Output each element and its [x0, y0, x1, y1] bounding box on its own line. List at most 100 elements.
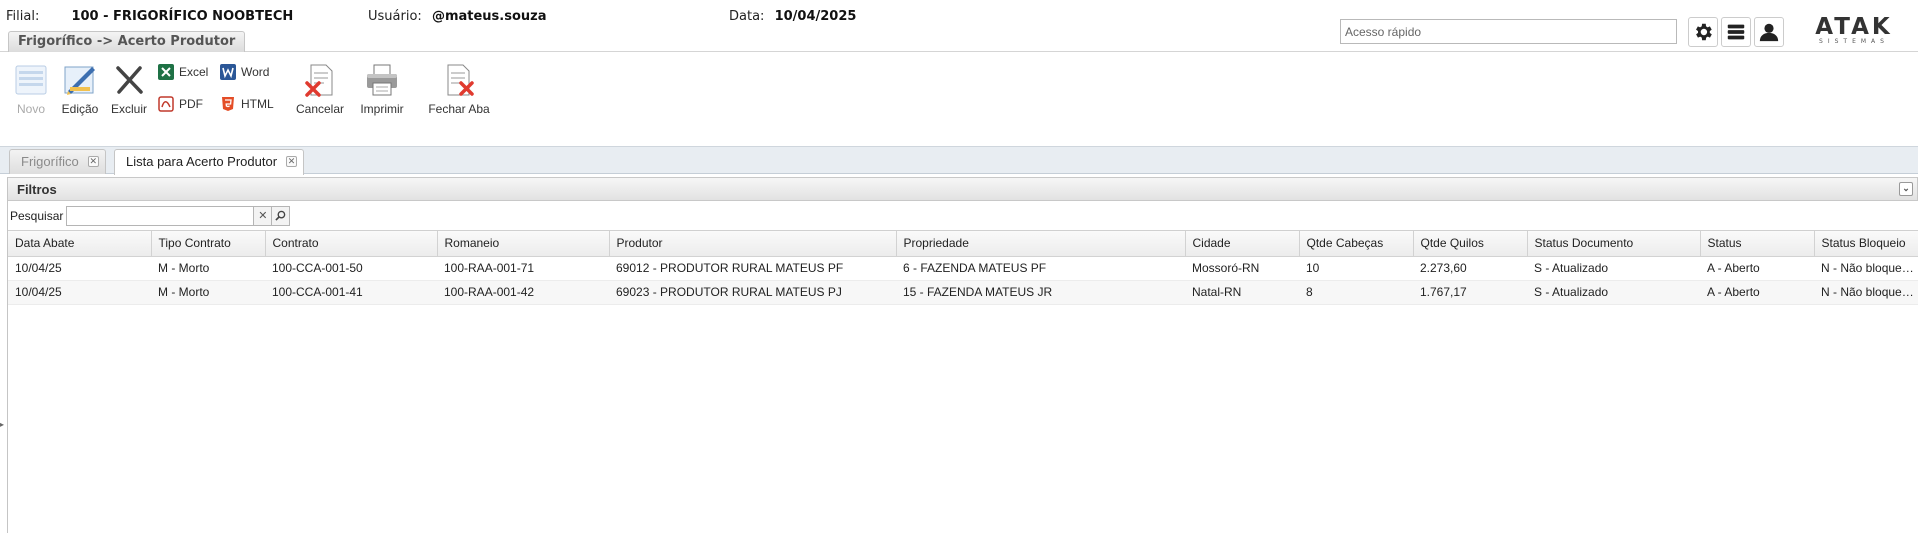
novo-label: Novo	[16, 102, 45, 116]
cell-status-documento: S - Atualizado	[1527, 256, 1700, 281]
gear-icon	[1696, 23, 1712, 41]
pdf-label: PDF	[179, 97, 203, 111]
col-status-documento[interactable]: Status Documento	[1527, 231, 1701, 257]
cell-status-documento: S - Atualizado	[1527, 280, 1700, 305]
close-icon[interactable]: ✕	[87, 156, 99, 167]
imprimir-button[interactable]: Imprimir	[357, 63, 407, 116]
table-row[interactable]: 10/04/25 M - Morto 100-CCA-001-41 100-RA…	[8, 280, 1918, 305]
close-icon[interactable]: ✕	[286, 156, 298, 167]
col-contrato[interactable]: Contrato	[265, 231, 438, 257]
excel-label: Excel	[179, 65, 209, 79]
col-status-bloqueio[interactable]: Status Bloqueio	[1814, 231, 1918, 257]
col-status[interactable]: Status	[1700, 231, 1815, 257]
table-row[interactable]: 10/04/25 M - Morto 100-CCA-001-50 100-RA…	[8, 256, 1918, 281]
breadcrumb[interactable]: Frigorífico -> Acerto Produtor	[8, 31, 246, 52]
filial-value: 100 - FRIGORÍFICO NOOBTECH	[71, 9, 294, 24]
excluir-button[interactable]: Excluir	[109, 63, 149, 116]
cell-status: A - Aberto	[1700, 256, 1814, 281]
collapse-icon[interactable]: ⌄	[1899, 182, 1913, 196]
filters-title: Filtros	[17, 181, 57, 197]
cell-contrato: 100-CCA-001-50	[265, 256, 437, 281]
search-row: Pesquisar ✕	[8, 201, 1918, 231]
col-data-abate[interactable]: Data Abate	[8, 231, 152, 257]
cell-cidade: Mossoró-RN	[1185, 256, 1299, 281]
col-cidade[interactable]: Cidade	[1185, 231, 1300, 257]
usuario-label: Usuário:	[368, 9, 422, 24]
edit-icon	[64, 66, 95, 95]
search-input[interactable]	[66, 205, 255, 226]
col-romaneio[interactable]: Romaneio	[437, 231, 610, 257]
menu-button[interactable]	[1721, 17, 1751, 47]
cancel-document-icon	[305, 64, 333, 97]
export-html-button[interactable]: HTML	[220, 96, 274, 112]
edicao-label: Edição	[61, 102, 99, 116]
tab-lista-acerto-produtor[interactable]: Lista para Acerto Produtor ✕	[114, 149, 305, 175]
user-button[interactable]	[1754, 17, 1784, 47]
cell-produtor: 69012 - PRODUTOR RURAL MATEUS PF	[609, 256, 896, 281]
cell-qtde-quilos: 1.767,17	[1413, 280, 1527, 305]
fechar-aba-label: Fechar Aba	[428, 102, 490, 116]
menu-icon	[1727, 24, 1745, 40]
cell-contrato: 100-CCA-001-41	[265, 280, 437, 305]
list-panel: Filtros ⌄ Pesquisar ✕ Data Abate Tipo Co…	[7, 177, 1918, 533]
pdf-icon	[158, 96, 174, 112]
col-produtor[interactable]: Produtor	[609, 231, 897, 257]
delete-icon	[116, 66, 143, 94]
edicao-button[interactable]: Edição	[60, 63, 100, 116]
cell-status-bloqueio: N - Não bloqueado	[1814, 256, 1918, 281]
usuario-info: Usuário: @mateus.souza	[368, 9, 546, 24]
data-value: 10/04/2025	[774, 9, 857, 24]
cell-tipo-contrato: M - Morto	[151, 280, 265, 305]
export-excel-button[interactable]: Excel	[158, 64, 208, 80]
cell-data-abate: 10/04/25	[8, 280, 151, 305]
cell-propriedade: 6 - FAZENDA MATEUS PF	[896, 256, 1185, 281]
col-qtde-quilos[interactable]: Qtde Quilos	[1413, 231, 1528, 257]
search-icon[interactable]	[272, 205, 291, 226]
tab-lista-label: Lista para Acerto Produtor	[126, 154, 278, 169]
col-propriedade[interactable]: Propriedade	[896, 231, 1186, 257]
html-label: HTML	[241, 97, 274, 111]
usuario-value: @mateus.souza	[431, 9, 547, 24]
filters-header[interactable]: Filtros ⌄	[8, 177, 1918, 201]
excluir-label: Excluir	[110, 102, 147, 116]
col-qtde-cabecas[interactable]: Qtde Cabeças	[1299, 231, 1414, 257]
logo-text: ATAK	[1815, 14, 1893, 40]
cell-propriedade: 15 - FAZENDA MATEUS JR	[896, 280, 1185, 305]
export-word-button[interactable]: Word	[220, 64, 269, 80]
close-tab-icon	[447, 64, 474, 96]
table-header-row: Data Abate Tipo Contrato Contrato Romane…	[8, 231, 1918, 257]
new-document-icon	[15, 65, 47, 95]
cell-tipo-contrato: M - Morto	[151, 256, 265, 281]
col-tipo-contrato[interactable]: Tipo Contrato	[151, 231, 266, 257]
excel-icon	[158, 64, 174, 80]
word-icon	[220, 64, 236, 80]
export-pdf-button[interactable]: PDF	[158, 96, 203, 112]
data-label: Data:	[729, 9, 765, 24]
printer-icon	[367, 64, 397, 96]
cell-qtde-quilos: 2.273,60	[1413, 256, 1527, 281]
data-info: Data: 10/04/2025	[729, 9, 856, 24]
settings-button[interactable]	[1688, 17, 1718, 47]
cell-status: A - Aberto	[1700, 280, 1814, 305]
fechar-aba-button[interactable]: Fechar Aba	[425, 63, 493, 116]
filial-label: Filial:	[6, 9, 40, 24]
tab-frigorifico[interactable]: Frigorífico ✕	[9, 149, 106, 174]
cell-qtde-cabecas: 8	[1299, 280, 1413, 305]
atak-logo: ATAK SISTEMAS	[1800, 16, 1908, 46]
cell-cidade: Natal-RN	[1185, 280, 1299, 305]
tab-strip: Frigorífico ✕ Lista para Acerto Produtor…	[0, 147, 1918, 175]
cell-romaneio: 100-RAA-001-42	[437, 280, 609, 305]
word-label: Word	[241, 65, 270, 79]
acerto-produtor-table: Data Abate Tipo Contrato Contrato Romane…	[8, 231, 1918, 305]
novo-button[interactable]: Novo	[11, 63, 51, 116]
side-panel-handle[interactable]: ▸	[0, 420, 6, 440]
quick-access-input[interactable]	[1340, 19, 1677, 44]
filial-info: Filial: 100 - FRIGORÍFICO NOOBTECH	[6, 9, 293, 24]
html5-icon	[222, 97, 234, 111]
app-header: Filial: 100 - FRIGORÍFICO NOOBTECH Usuár…	[0, 0, 1918, 52]
cell-qtde-cabecas: 10	[1299, 256, 1413, 281]
cancelar-button[interactable]: Cancelar	[295, 63, 345, 116]
cell-produtor: 69023 - PRODUTOR RURAL MATEUS PJ	[609, 280, 896, 305]
imprimir-label: Imprimir	[360, 102, 404, 116]
clear-icon[interactable]: ✕	[254, 205, 273, 226]
